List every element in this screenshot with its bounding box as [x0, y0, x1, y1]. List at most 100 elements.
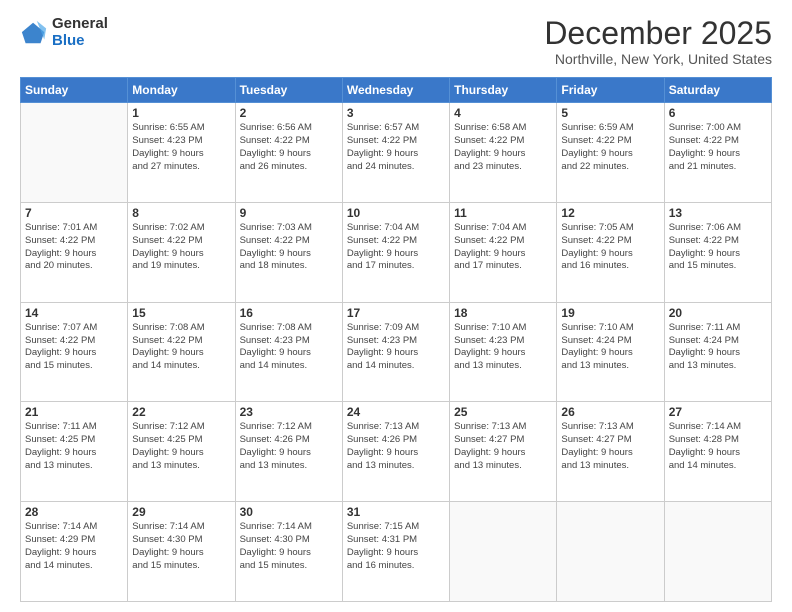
calendar-cell: 13 Sunrise: 7:06 AM Sunset: 4:22 PM Dayli…	[664, 202, 771, 302]
calendar-cell: 31 Sunrise: 7:15 AM Sunset: 4:31 PM Dayli…	[342, 502, 449, 602]
day-number: 13	[669, 206, 767, 220]
day-info: Sunrise: 7:07 AM Sunset: 4:22 PM Dayligh…	[25, 322, 123, 373]
col-sunday: Sunday	[21, 78, 128, 103]
day-number: 30	[240, 505, 338, 519]
day-info: Sunrise: 6:57 AM Sunset: 4:22 PM Dayligh…	[347, 122, 445, 173]
calendar-cell: 12 Sunrise: 7:05 AM Sunset: 4:22 PM Dayli…	[557, 202, 664, 302]
col-monday: Monday	[128, 78, 235, 103]
calendar-week-row: 14 Sunrise: 7:07 AM Sunset: 4:22 PM Dayli…	[21, 302, 772, 402]
day-info: Sunrise: 7:15 AM Sunset: 4:31 PM Dayligh…	[347, 521, 445, 572]
day-info: Sunrise: 7:01 AM Sunset: 4:22 PM Dayligh…	[25, 222, 123, 273]
calendar-cell: 16 Sunrise: 7:08 AM Sunset: 4:23 PM Dayli…	[235, 302, 342, 402]
day-info: Sunrise: 7:04 AM Sunset: 4:22 PM Dayligh…	[347, 222, 445, 273]
page: General Blue December 2025 Northville, N…	[0, 0, 792, 612]
col-thursday: Thursday	[450, 78, 557, 103]
calendar-week-row: 1 Sunrise: 6:55 AM Sunset: 4:23 PM Daylig…	[21, 103, 772, 203]
calendar-cell: 3Sunrise: 6:57 AM Sunset: 4:22 PM Daylig…	[342, 103, 449, 203]
calendar-cell: 26 Sunrise: 7:13 AM Sunset: 4:27 PM Dayli…	[557, 402, 664, 502]
calendar-cell: 30Sunrise: 7:14 AM Sunset: 4:30 PM Dayli…	[235, 502, 342, 602]
day-number: 5	[561, 106, 659, 120]
col-tuesday: Tuesday	[235, 78, 342, 103]
calendar-cell: 29 Sunrise: 7:14 AM Sunset: 4:30 PM Dayli…	[128, 502, 235, 602]
calendar-cell: 15Sunrise: 7:08 AM Sunset: 4:22 PM Dayli…	[128, 302, 235, 402]
calendar-cell: 4 Sunrise: 6:58 AM Sunset: 4:22 PM Daylig…	[450, 103, 557, 203]
calendar-week-row: 28 Sunrise: 7:14 AM Sunset: 4:29 PM Dayli…	[21, 502, 772, 602]
logo-text: General Blue	[52, 16, 108, 49]
calendar-cell: 19Sunrise: 7:10 AM Sunset: 4:24 PM Dayli…	[557, 302, 664, 402]
calendar-cell: 18 Sunrise: 7:10 AM Sunset: 4:23 PM Dayli…	[450, 302, 557, 402]
day-info: Sunrise: 7:05 AM Sunset: 4:22 PM Dayligh…	[561, 222, 659, 273]
calendar-cell	[557, 502, 664, 602]
calendar-week-row: 21 Sunrise: 7:11 AM Sunset: 4:25 PM Dayli…	[21, 402, 772, 502]
logo-blue-text: Blue	[52, 33, 108, 50]
calendar-cell: 27Sunrise: 7:14 AM Sunset: 4:28 PM Dayli…	[664, 402, 771, 502]
day-number: 18	[454, 306, 552, 320]
calendar-cell: 9Sunrise: 7:03 AM Sunset: 4:22 PM Daylig…	[235, 202, 342, 302]
calendar-cell: 1 Sunrise: 6:55 AM Sunset: 4:23 PM Daylig…	[128, 103, 235, 203]
logo-general-text: General	[52, 16, 108, 33]
day-number: 21	[25, 405, 123, 419]
day-info: Sunrise: 7:12 AM Sunset: 4:25 PM Dayligh…	[132, 421, 230, 472]
calendar-week-row: 7 Sunrise: 7:01 AM Sunset: 4:22 PM Daylig…	[21, 202, 772, 302]
day-info: Sunrise: 6:56 AM Sunset: 4:22 PM Dayligh…	[240, 122, 338, 173]
calendar-cell: 25 Sunrise: 7:13 AM Sunset: 4:27 PM Dayli…	[450, 402, 557, 502]
calendar-cell: 10 Sunrise: 7:04 AM Sunset: 4:22 PM Dayli…	[342, 202, 449, 302]
day-number: 10	[347, 206, 445, 220]
calendar-cell: 7 Sunrise: 7:01 AM Sunset: 4:22 PM Daylig…	[21, 202, 128, 302]
day-info: Sunrise: 7:14 AM Sunset: 4:30 PM Dayligh…	[132, 521, 230, 572]
day-info: Sunrise: 7:11 AM Sunset: 4:25 PM Dayligh…	[25, 421, 123, 472]
day-info: Sunrise: 7:13 AM Sunset: 4:27 PM Dayligh…	[561, 421, 659, 472]
day-number: 12	[561, 206, 659, 220]
calendar-cell: 14 Sunrise: 7:07 AM Sunset: 4:22 PM Dayli…	[21, 302, 128, 402]
day-number: 28	[25, 505, 123, 519]
day-info: Sunrise: 7:13 AM Sunset: 4:27 PM Dayligh…	[454, 421, 552, 472]
logo-icon	[20, 19, 48, 47]
day-number: 23	[240, 405, 338, 419]
day-info: Sunrise: 7:09 AM Sunset: 4:23 PM Dayligh…	[347, 322, 445, 373]
day-number: 6	[669, 106, 767, 120]
day-number: 22	[132, 405, 230, 419]
col-friday: Friday	[557, 78, 664, 103]
day-number: 31	[347, 505, 445, 519]
day-number: 11	[454, 206, 552, 220]
day-number: 29	[132, 505, 230, 519]
day-number: 1	[132, 106, 230, 120]
calendar-cell: 5 Sunrise: 6:59 AM Sunset: 4:22 PM Daylig…	[557, 103, 664, 203]
col-saturday: Saturday	[664, 78, 771, 103]
day-info: Sunrise: 7:13 AM Sunset: 4:26 PM Dayligh…	[347, 421, 445, 472]
calendar-cell	[664, 502, 771, 602]
day-info: Sunrise: 6:55 AM Sunset: 4:23 PM Dayligh…	[132, 122, 230, 173]
logo: General Blue	[20, 16, 108, 49]
calendar-cell: 6 Sunrise: 7:00 AM Sunset: 4:22 PM Daylig…	[664, 103, 771, 203]
calendar-table: Sunday Monday Tuesday Wednesday Thursday…	[20, 77, 772, 602]
title-block: December 2025 Northville, New York, Unit…	[544, 16, 772, 67]
calendar-cell: 8Sunrise: 7:02 AM Sunset: 4:22 PM Daylig…	[128, 202, 235, 302]
day-info: Sunrise: 6:59 AM Sunset: 4:22 PM Dayligh…	[561, 122, 659, 173]
calendar-cell: 17 Sunrise: 7:09 AM Sunset: 4:23 PM Dayli…	[342, 302, 449, 402]
day-info: Sunrise: 7:14 AM Sunset: 4:29 PM Dayligh…	[25, 521, 123, 572]
day-info: Sunrise: 7:11 AM Sunset: 4:24 PM Dayligh…	[669, 322, 767, 373]
day-number: 7	[25, 206, 123, 220]
day-number: 17	[347, 306, 445, 320]
day-number: 16	[240, 306, 338, 320]
day-number: 24	[347, 405, 445, 419]
day-number: 19	[561, 306, 659, 320]
day-info: Sunrise: 7:08 AM Sunset: 4:23 PM Dayligh…	[240, 322, 338, 373]
day-info: Sunrise: 7:03 AM Sunset: 4:22 PM Dayligh…	[240, 222, 338, 273]
day-info: Sunrise: 7:06 AM Sunset: 4:22 PM Dayligh…	[669, 222, 767, 273]
day-number: 15	[132, 306, 230, 320]
day-info: Sunrise: 7:12 AM Sunset: 4:26 PM Dayligh…	[240, 421, 338, 472]
calendar-cell	[450, 502, 557, 602]
day-number: 25	[454, 405, 552, 419]
calendar-cell: 28 Sunrise: 7:14 AM Sunset: 4:29 PM Dayli…	[21, 502, 128, 602]
day-info: Sunrise: 7:00 AM Sunset: 4:22 PM Dayligh…	[669, 122, 767, 173]
day-number: 8	[132, 206, 230, 220]
day-info: Sunrise: 7:10 AM Sunset: 4:23 PM Dayligh…	[454, 322, 552, 373]
header: General Blue December 2025 Northville, N…	[20, 16, 772, 67]
day-number: 20	[669, 306, 767, 320]
day-info: Sunrise: 6:58 AM Sunset: 4:22 PM Dayligh…	[454, 122, 552, 173]
col-wednesday: Wednesday	[342, 78, 449, 103]
day-number: 4	[454, 106, 552, 120]
day-number: 26	[561, 405, 659, 419]
day-number: 14	[25, 306, 123, 320]
